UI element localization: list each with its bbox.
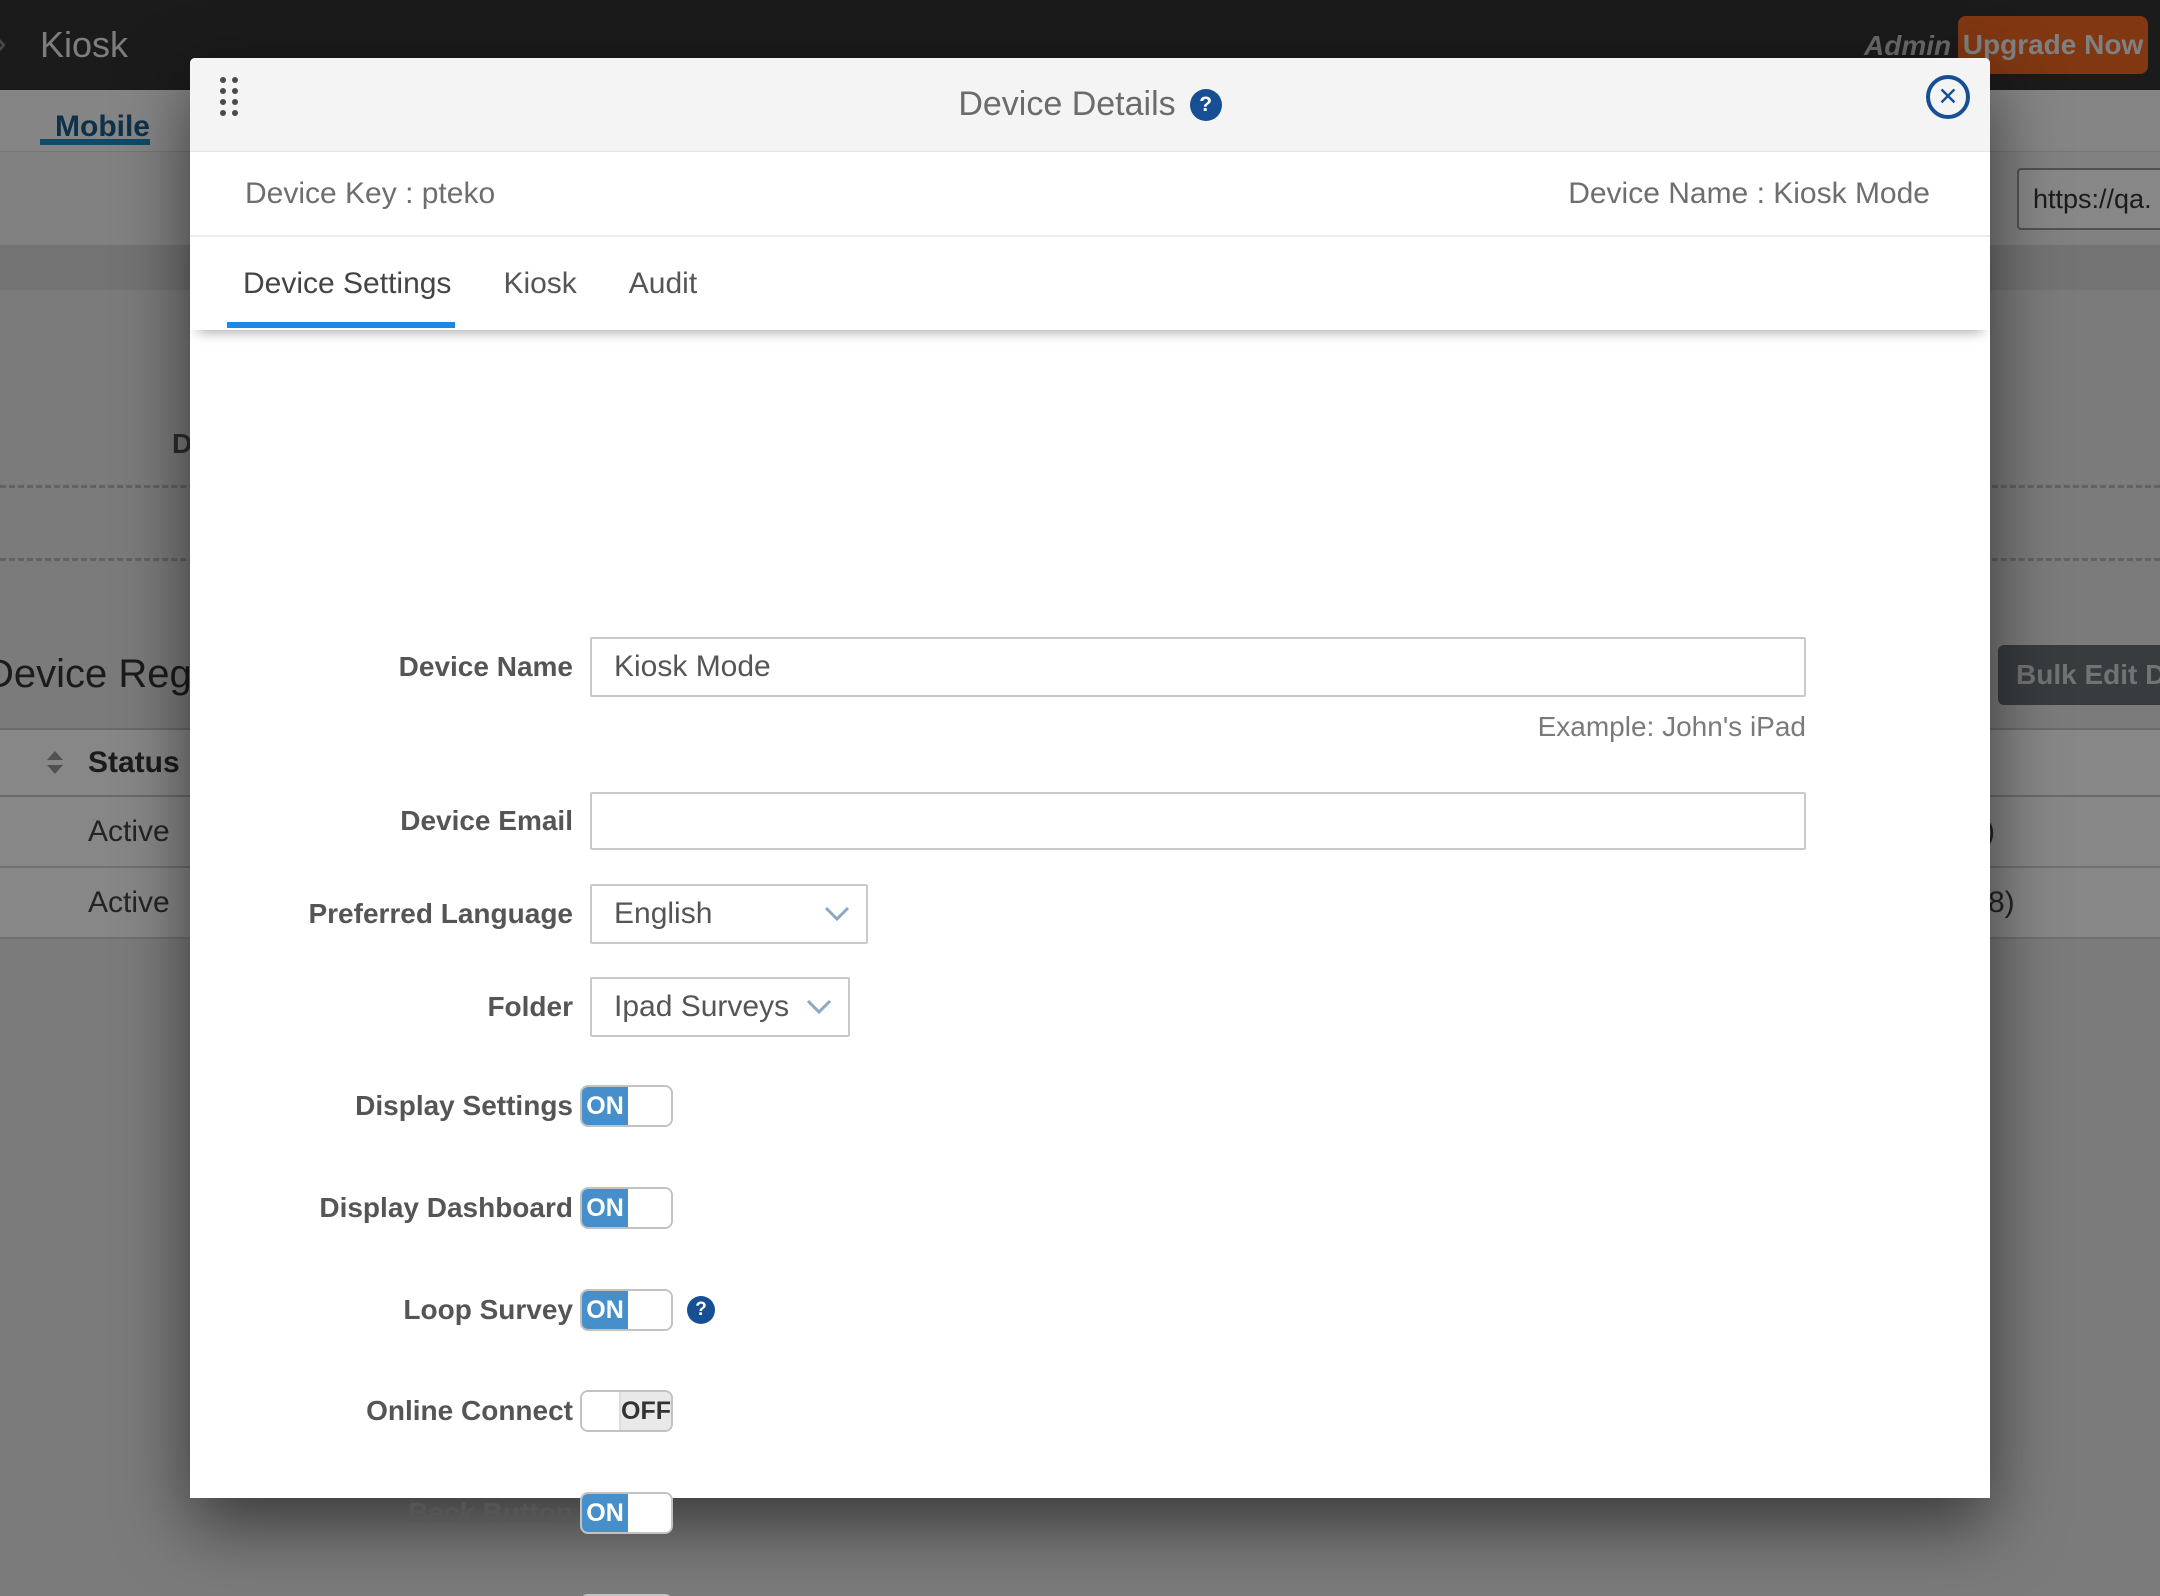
loop-survey-row: Loop Survey ON ? <box>190 1289 1990 1331</box>
tab-audit[interactable]: Audit <box>629 267 697 301</box>
back-button-label: Back Button <box>190 1497 573 1529</box>
display-settings-toggle[interactable]: ON <box>580 1085 673 1127</box>
active-tab-underline <box>227 322 455 328</box>
loop-survey-toggle[interactable]: ON <box>580 1289 673 1331</box>
display-settings-row: Display Settings ON <box>190 1085 1990 1127</box>
device-email-field-label: Device Email <box>190 805 573 837</box>
preferred-language-label: Preferred Language <box>190 898 573 930</box>
folder-label: Folder <box>190 991 573 1023</box>
tab-device-settings[interactable]: Device Settings <box>243 267 451 301</box>
device-name-input[interactable] <box>590 637 1806 697</box>
display-settings-label: Display Settings <box>190 1090 573 1122</box>
folder-row: Folder Ipad Surveys <box>190 977 1990 1037</box>
help-icon[interactable]: ? <box>1190 89 1222 121</box>
device-name-row: Device Name <box>190 637 1990 697</box>
back-button-toggle[interactable]: ON <box>580 1492 673 1534</box>
online-connect-row: Online Connect OFF <box>190 1390 1990 1432</box>
device-name-field-label: Device Name <box>190 651 573 683</box>
folder-select[interactable]: Ipad Surveys <box>590 977 850 1037</box>
device-email-input[interactable] <box>590 792 1806 850</box>
online-connect-toggle[interactable]: OFF <box>580 1390 673 1432</box>
device-key-label: Device Key : pteko <box>245 177 495 211</box>
display-dashboard-toggle[interactable]: ON <box>580 1187 673 1229</box>
tab-kiosk[interactable]: Kiosk <box>503 267 576 301</box>
back-button-row: Back Button ON <box>190 1492 1990 1534</box>
modal-title: Device Details <box>958 85 1175 124</box>
modal-header: Device Details ? ✕ <box>190 58 1990 152</box>
modal-subheader: Device Key : pteko Device Name : Kiosk M… <box>190 152 1990 237</box>
loop-survey-help-icon[interactable]: ? <box>687 1296 715 1324</box>
chevron-down-icon <box>806 999 832 1015</box>
modal-tabbar: Device Settings Kiosk Audit <box>190 237 1990 330</box>
drag-handle-icon[interactable] <box>220 77 238 116</box>
loop-survey-label: Loop Survey <box>190 1294 573 1326</box>
online-connect-label: Online Connect <box>190 1395 573 1427</box>
device-details-modal: Device Details ? ✕ Device Key : pteko De… <box>190 58 1990 1498</box>
device-email-row: Device Email <box>190 792 1990 850</box>
device-name-helper: Example: John's iPad <box>590 711 1806 743</box>
display-dashboard-label: Display Dashboard <box>190 1192 573 1224</box>
preferred-language-select[interactable]: English <box>590 884 868 944</box>
close-icon[interactable]: ✕ <box>1926 75 1970 119</box>
chevron-down-icon <box>824 906 850 922</box>
folder-value: Ipad Surveys <box>614 990 789 1024</box>
preferred-language-row: Preferred Language English <box>190 884 1990 944</box>
display-dashboard-row: Display Dashboard ON <box>190 1187 1990 1229</box>
device-name-label: Device Name : Kiosk Mode <box>1568 177 1930 211</box>
page: › Kiosk Admin Upgrade Now Mobile https:/… <box>0 0 2160 1596</box>
preferred-language-value: English <box>614 897 712 931</box>
